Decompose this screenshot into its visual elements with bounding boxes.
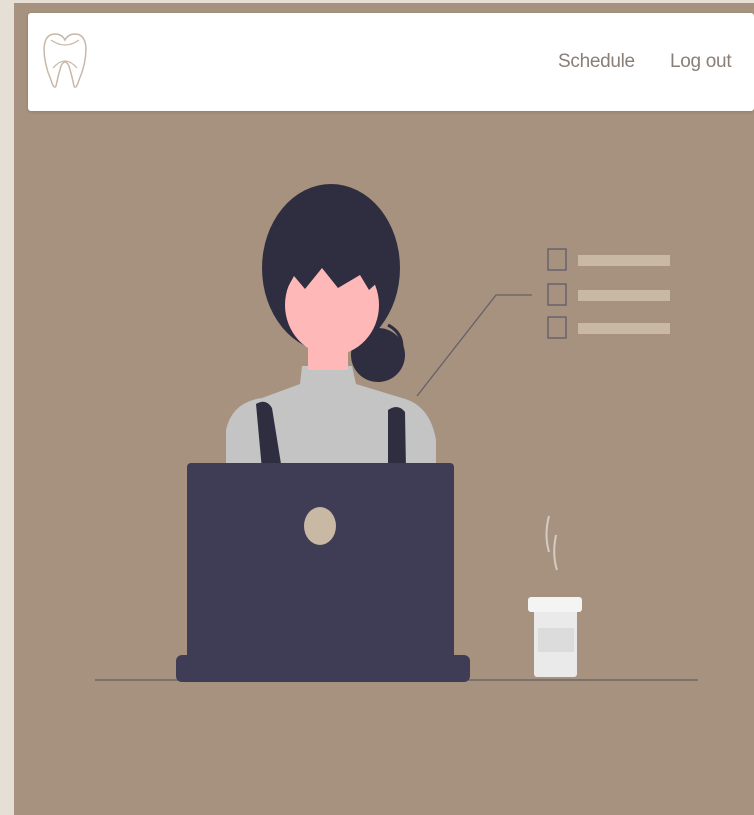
woman-at-laptop-illustration — [95, 184, 698, 682]
checklist-bars — [578, 255, 670, 334]
nav-link-schedule[interactable]: Schedule — [558, 51, 635, 73]
checklist-icon — [547, 248, 567, 339]
laptop-base — [176, 655, 470, 682]
nav-link-logout[interactable]: Log out — [670, 51, 732, 73]
laptop-logo-icon — [304, 507, 336, 545]
tooth-logo-icon[interactable] — [41, 28, 89, 96]
coffee-cup-icon — [528, 515, 582, 677]
pointer-line — [416, 294, 532, 397]
laptop-screen — [187, 463, 454, 668]
suspender-right — [388, 406, 406, 470]
page: Schedule Log out — [0, 0, 754, 815]
top-navbar: Schedule Log out — [28, 13, 754, 111]
